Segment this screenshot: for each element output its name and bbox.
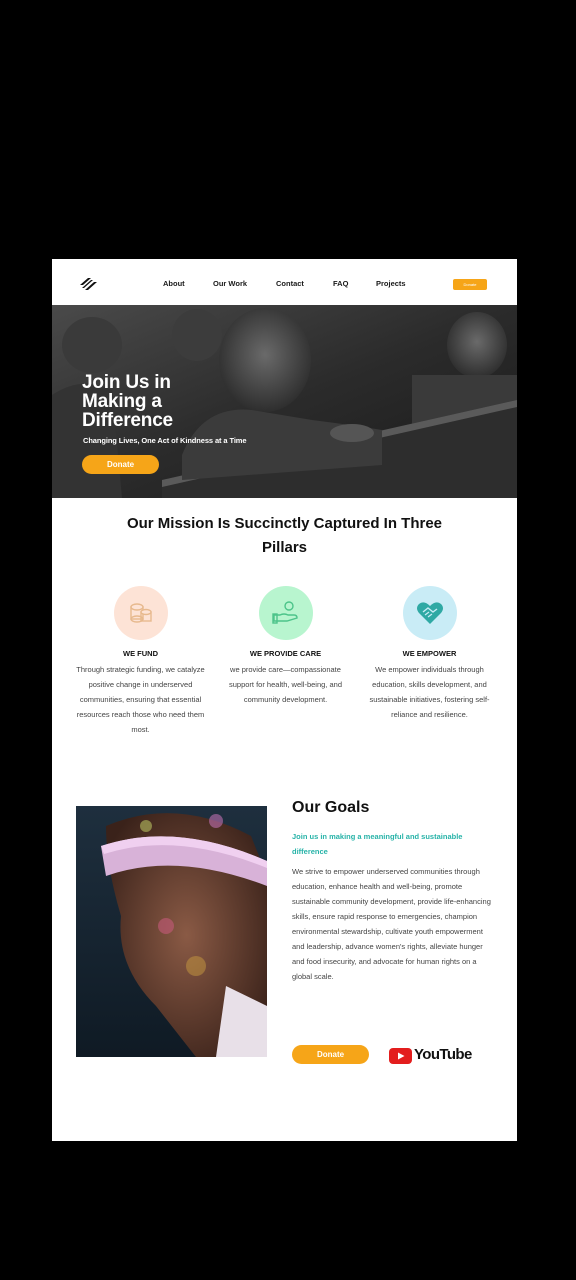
pillar-we-empower: WE EMPOWER We empower individuals throug… bbox=[357, 586, 502, 722]
nav-link-faq[interactable]: FAQ bbox=[333, 279, 348, 288]
landing-page: About Our Work Contact FAQ Projects Dona… bbox=[52, 259, 517, 1141]
pillar-we-fund: WE FUND Through strategic funding, we ca… bbox=[68, 586, 213, 737]
stripes-logo-icon[interactable] bbox=[79, 277, 99, 291]
hero-donate-button[interactable]: Donate bbox=[82, 455, 159, 474]
nav-link-our-work[interactable]: Our Work bbox=[213, 279, 247, 288]
hero-title: Join Us in Making a Difference bbox=[82, 372, 173, 431]
youtube-icon bbox=[389, 1048, 412, 1064]
caring-hand-icon bbox=[258, 586, 313, 640]
mission-heading: Our Mission Is Succinctly Captured In Th… bbox=[126, 515, 443, 556]
nav-link-projects[interactable]: Projects bbox=[376, 279, 406, 288]
pillar-text: We empower individuals through education… bbox=[369, 665, 490, 719]
handshake-heart-icon bbox=[402, 586, 457, 640]
pillar-we-provide-care: WE PROVIDE CARE we provide care—compassi… bbox=[213, 586, 358, 707]
hero-subtitle: Changing Lives, One Act of Kindness at a… bbox=[83, 436, 247, 445]
pillar-text: Through strategic funding, we catalyze p… bbox=[76, 665, 205, 734]
nav-donate-button[interactable]: Donate bbox=[453, 279, 487, 290]
nav-link-contact[interactable]: Contact bbox=[276, 279, 304, 288]
top-navbar: About Our Work Contact FAQ Projects Dona… bbox=[52, 259, 517, 305]
pillar-title: WE EMPOWER bbox=[402, 649, 457, 658]
goals-photo bbox=[76, 806, 267, 1057]
youtube-label: YouTube bbox=[414, 1046, 472, 1063]
coins-icon bbox=[113, 586, 168, 640]
goals-donate-button[interactable]: Donate bbox=[292, 1045, 369, 1064]
goals-heading: Our Goals bbox=[292, 799, 370, 816]
pillar-text: we provide care—compassionate support fo… bbox=[229, 665, 342, 704]
pillar-title: WE FUND bbox=[123, 649, 158, 658]
pillar-title: WE PROVIDE CARE bbox=[249, 649, 322, 658]
nav-link-about[interactable]: About bbox=[163, 279, 185, 288]
goals-subtitle: Join us in making a meaningful and susta… bbox=[292, 832, 463, 856]
goals-description: We strive to empower underserved communi… bbox=[292, 867, 491, 981]
hero-banner: Join Us in Making a Difference Changing … bbox=[52, 305, 517, 498]
